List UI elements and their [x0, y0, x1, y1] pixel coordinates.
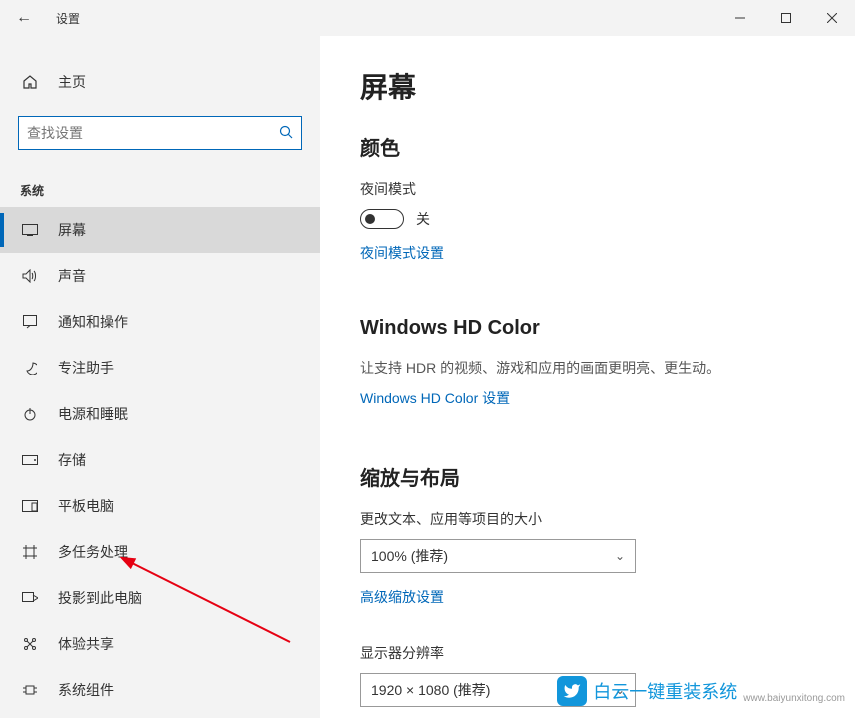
- resolution-label: 显示器分辨率: [360, 643, 815, 663]
- night-mode-toggle[interactable]: [360, 209, 404, 229]
- watermark-icon: [557, 676, 587, 706]
- sidebar-item-label: 存储: [58, 450, 86, 470]
- hd-settings-link[interactable]: Windows HD Color 设置: [360, 388, 510, 408]
- resolution-value: 1920 × 1080 (推荐): [371, 680, 490, 700]
- sidebar-item-storage[interactable]: 存储: [0, 437, 320, 483]
- night-mode-settings-link[interactable]: 夜间模式设置: [360, 243, 444, 263]
- minimize-button[interactable]: [717, 0, 763, 36]
- sidebar-item-label: 平板电脑: [58, 496, 114, 516]
- sidebar-item-project[interactable]: 投影到此电脑: [0, 575, 320, 621]
- sidebar-item-label: 系统组件: [58, 680, 114, 700]
- search-input-container[interactable]: [18, 116, 302, 150]
- sidebar-item-components[interactable]: 系统组件: [0, 667, 320, 713]
- watermark-url: www.baiyunxitong.com: [743, 693, 845, 704]
- section-color-title: 颜色: [360, 132, 815, 161]
- notifications-icon: [20, 315, 40, 329]
- tablet-icon: [20, 500, 40, 512]
- home-nav[interactable]: 主页: [0, 60, 320, 104]
- sidebar-item-label: 投影到此电脑: [58, 588, 142, 608]
- scale-dropdown[interactable]: 100% (推荐) ⌄: [360, 539, 636, 573]
- night-mode-state: 关: [416, 209, 430, 229]
- close-button[interactable]: [809, 0, 855, 36]
- scale-label: 更改文本、应用等项目的大小: [360, 509, 815, 529]
- titlebar: ← 设置: [0, 0, 855, 36]
- sidebar-item-label: 通知和操作: [58, 312, 128, 332]
- sidebar-item-multitask[interactable]: 多任务处理: [0, 529, 320, 575]
- sidebar-item-label: 体验共享: [58, 634, 114, 654]
- sidebar-item-sound[interactable]: 声音: [0, 253, 320, 299]
- search-icon: [279, 125, 293, 142]
- power-icon: [20, 407, 40, 421]
- watermark-text: 白云一键重装系统: [593, 678, 737, 704]
- main-content: 屏幕 颜色 夜间模式 关 夜间模式设置 Windows HD Color 让支持…: [320, 36, 855, 718]
- section-hd-title: Windows HD Color: [360, 317, 815, 340]
- watermark: 白云一键重装系统 www.baiyunxitong.com: [557, 676, 845, 706]
- sound-icon: [20, 269, 40, 283]
- night-mode-label: 夜间模式: [360, 179, 815, 199]
- chevron-down-icon: ⌄: [615, 549, 625, 563]
- maximize-button[interactable]: [763, 0, 809, 36]
- shared-icon: [20, 637, 40, 651]
- components-icon: [20, 683, 40, 697]
- back-button[interactable]: ←: [0, 9, 48, 27]
- sidebar-item-focus[interactable]: 专注助手: [0, 345, 320, 391]
- scale-value: 100% (推荐): [371, 546, 448, 566]
- sidebar-item-power[interactable]: 电源和睡眠: [0, 391, 320, 437]
- sidebar-item-shared[interactable]: 体验共享: [0, 621, 320, 667]
- focus-icon: [20, 361, 40, 375]
- section-scale-title: 缩放与布局: [360, 462, 815, 491]
- window-title: 设置: [56, 10, 80, 27]
- home-label: 主页: [58, 72, 86, 92]
- page-title: 屏幕: [360, 66, 815, 106]
- sidebar-item-notifications[interactable]: 通知和操作: [0, 299, 320, 345]
- sidebar-item-display[interactable]: 屏幕: [0, 207, 320, 253]
- search-input[interactable]: [27, 125, 279, 141]
- sidebar-group-label: 系统: [0, 158, 320, 207]
- sidebar-item-tablet[interactable]: 平板电脑: [0, 483, 320, 529]
- sidebar-item-label: 专注助手: [58, 358, 114, 378]
- sidebar-item-label: 多任务处理: [58, 542, 128, 562]
- sidebar: 主页 系统 屏幕 声音 通知和操作 专注助手 电源和睡眠 存储: [0, 36, 320, 718]
- sidebar-item-label: 屏幕: [58, 220, 86, 240]
- multitask-icon: [20, 545, 40, 559]
- project-icon: [20, 592, 40, 604]
- display-icon: [20, 224, 40, 236]
- home-icon: [20, 74, 40, 90]
- sidebar-item-label: 电源和睡眠: [58, 404, 128, 424]
- storage-icon: [20, 455, 40, 465]
- sidebar-item-label: 声音: [58, 266, 86, 286]
- hd-desc: 让支持 HDR 的视频、游戏和应用的画面更明亮、更生动。: [360, 358, 815, 378]
- advanced-scale-link[interactable]: 高级缩放设置: [360, 587, 444, 607]
